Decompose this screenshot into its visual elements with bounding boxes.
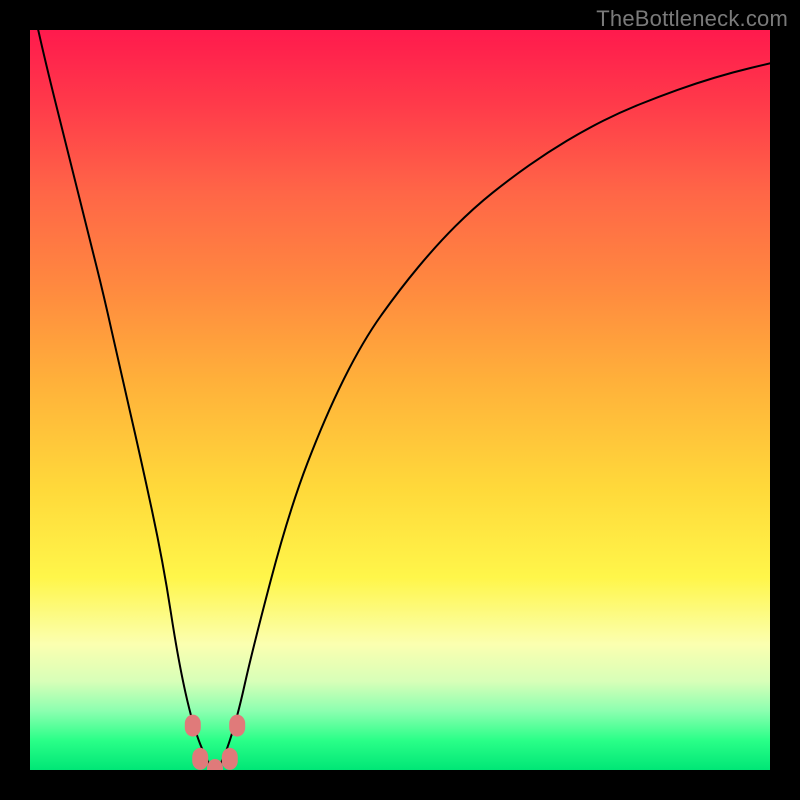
watermark-text: TheBottleneck.com bbox=[596, 6, 788, 32]
chart-plot-area bbox=[30, 30, 770, 770]
